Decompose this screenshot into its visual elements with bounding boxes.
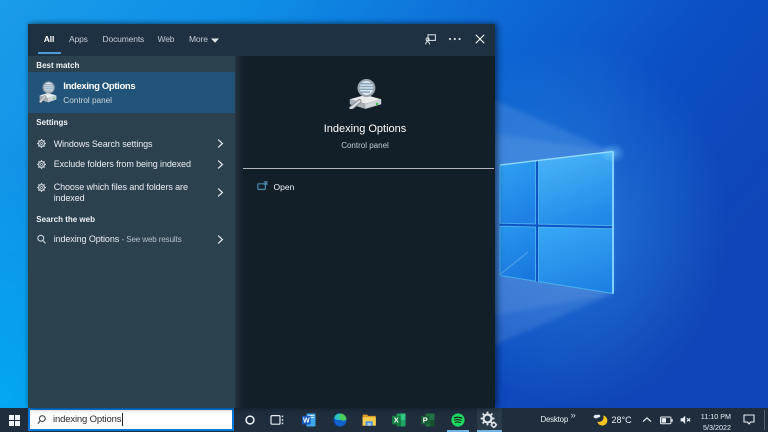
svg-text:P: P (422, 416, 427, 425)
svg-text:W: W (303, 418, 310, 425)
svg-text:X: X (394, 416, 399, 425)
